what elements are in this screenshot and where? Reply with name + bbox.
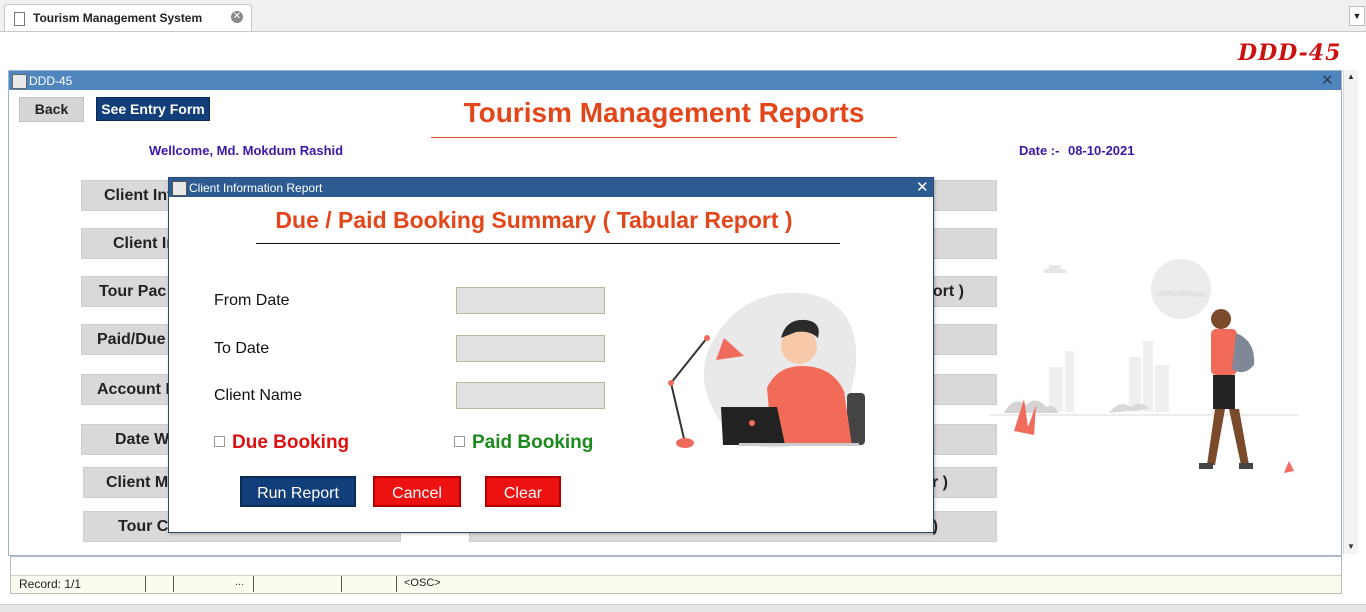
client-information-report-dialog: Client Information Report ✕ Due / Paid B… (168, 177, 934, 533)
clear-button[interactable]: Clear (485, 476, 561, 507)
page-title: Tourism Management Reports (463, 97, 865, 128)
run-report-button[interactable]: Run Report (240, 476, 356, 507)
see-entry-form-button[interactable]: See Entry Form (96, 97, 210, 121)
tab-list-dropdown-icon[interactable]: ▼ (1349, 6, 1365, 26)
dialog-title: Client Information Report (189, 181, 323, 195)
due-booking-label[interactable]: Due Booking (232, 432, 349, 454)
date-label: Date :- (1019, 143, 1060, 158)
vertical-scrollbar[interactable]: ▲ ▼ (1343, 70, 1358, 554)
dialog-close-icon[interactable]: ✕ (916, 178, 929, 196)
status-separator (396, 576, 397, 592)
from-date-label: From Date (214, 292, 290, 309)
welcome-text: Wellcome, Md. Mokdum Rashid (149, 143, 344, 158)
status-bar: Record: 1/1 ... <OSC> (10, 556, 1342, 594)
document-icon (14, 12, 25, 26)
client-name-field[interactable] (456, 382, 605, 409)
status-separator (145, 576, 146, 592)
status-dots: ... (235, 576, 245, 588)
status-separator (173, 576, 174, 592)
to-date-field[interactable] (456, 335, 605, 362)
window-title: DDD-45 (29, 74, 73, 88)
traveler-illustration (989, 259, 1299, 473)
client-name-label: Client Name (214, 387, 303, 404)
record-indicator: Record: 1/1 (19, 577, 82, 591)
dialog-titlebar: Client Information Report ✕ (169, 178, 933, 197)
title-underline (431, 137, 897, 138)
person-with-laptop-illustration (668, 292, 865, 448)
osc-indicator: <OSC> (404, 577, 441, 589)
brand-logo: DDD-45 (1238, 40, 1342, 66)
browser-tab[interactable]: Tourism Management System ✕ (4, 4, 252, 31)
date-value: 08-10-2021 (1068, 143, 1135, 158)
browser-tab-title: Tourism Management System (33, 11, 203, 25)
paid-booking-label[interactable]: Paid Booking (472, 432, 593, 454)
app-icon (172, 181, 187, 196)
paid-booking-checkbox[interactable] (454, 436, 465, 447)
window-close-icon[interactable]: ✕ (1321, 71, 1334, 89)
from-date-field[interactable] (456, 287, 605, 314)
close-tab-icon[interactable]: ✕ (231, 11, 243, 23)
back-button[interactable]: Back (19, 97, 84, 122)
app-icon (12, 74, 27, 89)
scroll-up-icon[interactable]: ▲ (1344, 70, 1358, 84)
scroll-down-icon[interactable]: ▼ (1344, 540, 1358, 554)
heading-underline (256, 243, 840, 244)
status-separator (341, 576, 342, 592)
window-titlebar: DDD-45 ✕ (9, 71, 1341, 90)
cancel-button[interactable]: Cancel (373, 476, 461, 507)
browser-tab-strip: Tourism Management System ✕ ▼ (0, 0, 1366, 32)
dialog-heading: Due / Paid Booking Summary ( Tabular Rep… (275, 207, 793, 233)
due-booking-checkbox[interactable] (214, 436, 225, 447)
status-separator (253, 576, 254, 592)
to-date-label: To Date (214, 340, 270, 357)
status-bar-row: Record: 1/1 ... <OSC> (11, 575, 1341, 593)
